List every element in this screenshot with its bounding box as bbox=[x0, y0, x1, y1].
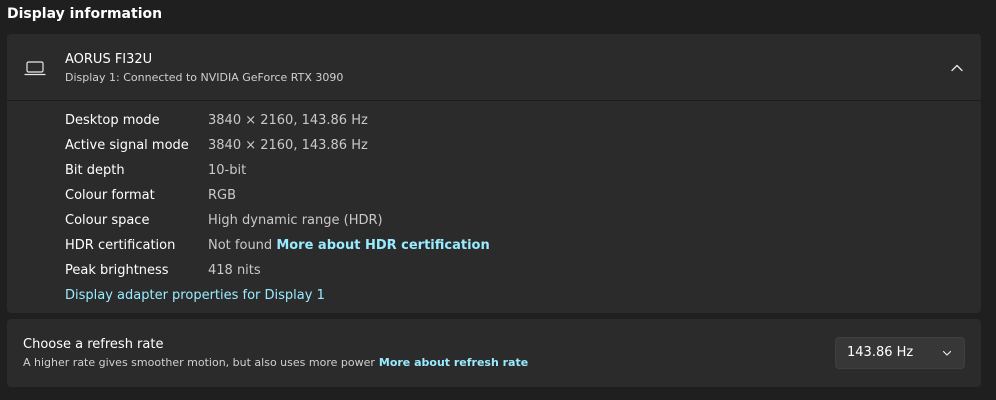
info-value: 418 nits bbox=[208, 263, 261, 278]
collapse-button[interactable] bbox=[947, 58, 967, 78]
hdr-certification-link[interactable]: More about HDR certification bbox=[276, 238, 489, 253]
refresh-rate-title: Choose a refresh rate bbox=[23, 337, 164, 352]
refresh-rate-info-link[interactable]: More about refresh rate bbox=[379, 356, 528, 369]
info-value: 10-bit bbox=[208, 163, 247, 178]
info-label: Active signal mode bbox=[65, 138, 189, 153]
info-label: Bit depth bbox=[65, 163, 125, 178]
section-title: Display information bbox=[7, 6, 163, 22]
display-card-header[interactable]: AORUS FI32U Display 1: Connected to NVID… bbox=[7, 34, 981, 101]
refresh-rate-description-text: A higher rate gives smoother motion, but… bbox=[23, 356, 375, 369]
info-label: Colour space bbox=[65, 213, 150, 228]
info-value: RGB bbox=[208, 188, 237, 203]
info-value: High dynamic range (HDR) bbox=[208, 213, 383, 228]
refresh-rate-dropdown[interactable]: 143.86 Hz bbox=[835, 337, 965, 369]
info-label: Peak brightness bbox=[65, 263, 169, 278]
info-value-with-link: Not found More about HDR certification bbox=[208, 236, 490, 256]
info-value-text: Not found bbox=[208, 238, 273, 253]
display-name: AORUS FI32U bbox=[65, 52, 153, 67]
info-value: 3840 × 2160, 143.86 Hz bbox=[208, 138, 368, 153]
refresh-rate-card: Choose a refresh rate A higher rate give… bbox=[7, 319, 981, 387]
chevron-up-icon bbox=[951, 64, 963, 72]
info-value: 3840 × 2160, 143.86 Hz bbox=[208, 113, 368, 128]
laptop-display-icon bbox=[24, 61, 46, 76]
refresh-rate-description: A higher rate gives smoother motion, but… bbox=[23, 356, 528, 369]
chevron-down-icon bbox=[942, 350, 952, 356]
info-label: Desktop mode bbox=[65, 113, 160, 128]
info-label: Colour format bbox=[65, 188, 155, 203]
info-label: HDR certification bbox=[65, 238, 176, 253]
refresh-rate-selected-value: 143.86 Hz bbox=[847, 345, 914, 360]
display-connection-subtitle: Display 1: Connected to NVIDIA GeForce R… bbox=[65, 71, 344, 84]
display-info-card: AORUS FI32U Display 1: Connected to NVID… bbox=[7, 34, 981, 313]
display-adapter-properties-link[interactable]: Display adapter properties for Display 1 bbox=[65, 286, 325, 306]
